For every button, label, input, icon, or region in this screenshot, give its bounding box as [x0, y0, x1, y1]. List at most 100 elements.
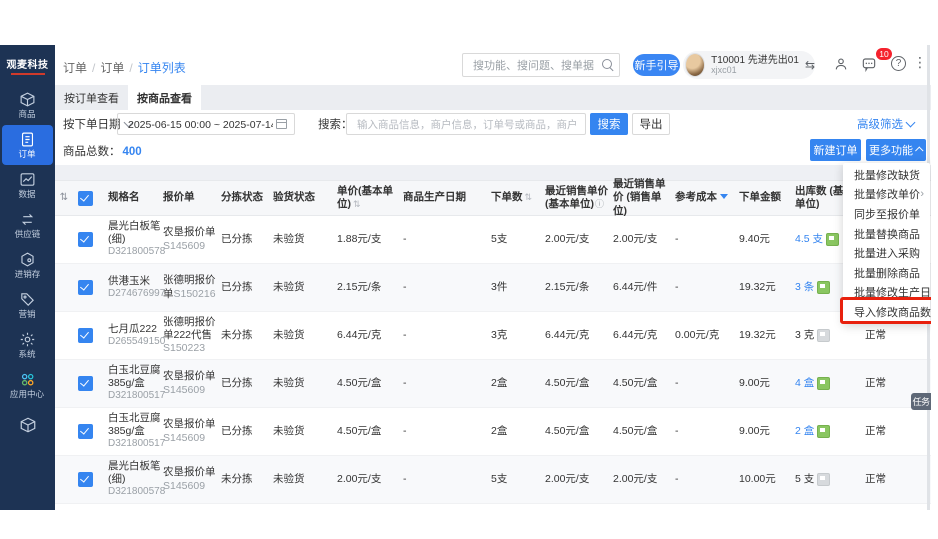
sidebar-item-label: 订单 [19, 150, 36, 159]
table-row: 供港玉米 D274676997 张德明报价单S150216 已分拣 未验货 2.… [55, 264, 931, 312]
outbound-record-icon[interactable] [817, 329, 830, 342]
outbound-record-icon[interactable] [817, 425, 830, 438]
quote-cell[interactable]: 张德明报价单222代售S150223 [163, 316, 221, 355]
new-order-button[interactable]: 新建订单 [810, 139, 861, 161]
row-checkbox[interactable] [78, 424, 93, 439]
spec-cell[interactable]: 晨光白板笔 (细) D321800578 [97, 460, 163, 499]
more-functions-button[interactable]: 更多功能 [866, 139, 926, 161]
more-menu-item[interactable]: 批量替换商品 › [843, 224, 930, 244]
message-count-badge: 10 [875, 47, 893, 61]
more-menu-item[interactable]: 批量修改生产日期 › [843, 283, 930, 303]
header-order-qty[interactable]: 下单数⇅ [491, 191, 545, 204]
row-checkbox[interactable] [78, 472, 93, 487]
outbound-record-icon[interactable] [817, 281, 830, 294]
header-unit-price[interactable]: 单价(基本单位)⇅ [337, 185, 403, 211]
task-side-tab[interactable]: 任务 [911, 393, 931, 410]
more-menu-item[interactable]: 批量进入采购 › [843, 243, 930, 263]
row-checkbox[interactable] [78, 328, 93, 343]
sidebar-item-data[interactable]: 数据 [0, 165, 55, 205]
sort-icon[interactable]: ⇅ [353, 199, 361, 209]
unit-price-cell: 4.50元/盒 [337, 425, 403, 438]
order-amount-cell: 19.32元 [739, 329, 795, 342]
app-center-icon [19, 371, 36, 388]
unit-price-cell: 1.88元/支 [337, 233, 403, 246]
sidebar-item-label: 供应链 [15, 230, 41, 239]
switch-account-icon[interactable]: ⇆ [805, 58, 815, 72]
search-icon[interactable] [602, 59, 612, 69]
more-menu-item[interactable]: 导入修改商品数量 › [843, 302, 930, 322]
spec-cell[interactable]: 七月瓜222 D265549150 [97, 323, 163, 349]
advanced-filter-link[interactable]: 高级筛选 [857, 116, 914, 132]
info-icon[interactable]: ⓘ [595, 199, 604, 209]
filter-triangle-icon[interactable] [720, 194, 728, 199]
help-icon[interactable]: ? [891, 56, 906, 71]
sort-icon[interactable]: ⇅ [525, 192, 533, 202]
product-search-input[interactable] [355, 115, 583, 135]
more-menu-item[interactable]: 批量删除商品 › [843, 263, 930, 283]
breadcrumb-level1[interactable]: 订单 [63, 61, 87, 75]
sidebar-item-app-center[interactable]: 应用中心 [0, 365, 55, 405]
outbound-record-icon[interactable] [826, 233, 839, 246]
recent-price-base-cell: 4.50元/盒 [545, 425, 613, 438]
customer-service-icon[interactable] [833, 56, 849, 77]
quote-cell[interactable]: 农垦报价单S145609 [163, 226, 221, 252]
outbound-record-icon[interactable] [817, 377, 830, 390]
quote-cell[interactable]: 农垦报价单S145609 [163, 418, 221, 444]
header-recent-price-base: 最近销售单价 (基本单位)ⓘ [545, 185, 613, 211]
more-menu-item[interactable]: 批量修改单价 › [843, 185, 930, 205]
order-qty-cell: 3件 [491, 281, 545, 294]
sidebar-item-marketing[interactable]: 营销 [0, 285, 55, 325]
main-area: 订单/订单/订单列表 新手引导 T10001 先进先出01 xjxc01 ⇆ 1… [55, 45, 931, 510]
more-menu-item[interactable]: 同步至报价单 › [843, 204, 930, 224]
quote-cell[interactable]: 农垦报价单S145609 [163, 370, 221, 396]
spec-cell[interactable]: 白玉北豆腐 385g/盒 D321800517 [97, 412, 163, 451]
sidebar-item-system[interactable]: 系统 [0, 325, 55, 365]
export-button[interactable]: 导出 [632, 113, 670, 135]
tab-product-view[interactable]: 按商品查看 [128, 85, 201, 110]
recent-price-base-cell: 2.00元/支 [545, 473, 613, 486]
select-all-checkbox[interactable] [78, 191, 93, 206]
outbound-record-icon[interactable] [817, 473, 830, 486]
sidebar-item-label: 系统 [19, 350, 36, 359]
more-options-icon[interactable]: ⋮ [913, 54, 927, 71]
messages-icon[interactable] [861, 56, 877, 77]
spec-cell[interactable]: 白玉北豆腐 385g/盒 D321800517 [97, 364, 163, 403]
submenu-arrow-icon: › [920, 188, 924, 200]
table-row: 白玉北豆腐 385g/盒 D321800517 农垦报价单S145609 已分拣… [55, 408, 931, 456]
outbound-qty-cell: 2 盒 [795, 425, 865, 438]
status-cell: 正常 [865, 425, 931, 438]
newbie-guide-button[interactable]: 新手引导 [633, 54, 680, 76]
outbound-qty-cell: 4 盒 [795, 377, 865, 390]
more-menu-item[interactable]: 批量修改缺货 › [843, 165, 930, 185]
sidebar-item-products[interactable]: 商品 [0, 85, 55, 125]
reference-cost-cell: - [675, 473, 739, 486]
sidebar-item-orders[interactable]: 订单 [2, 125, 53, 165]
reference-cost-cell: 0.00元/克 [675, 329, 739, 342]
quote-cell[interactable]: 农垦报价单S145609 [163, 466, 221, 492]
order-doc-icon [19, 131, 36, 148]
user-name: T10001 先进先出01 [711, 55, 799, 66]
sidebar-item-supply-chain[interactable]: 供应链 [0, 205, 55, 245]
date-range-input[interactable] [126, 115, 275, 135]
brand-logo: 观麦科技 [0, 45, 55, 85]
breadcrumb-level2[interactable]: 订单 [100, 61, 124, 75]
row-checkbox[interactable] [78, 376, 93, 391]
global-search-input[interactable] [471, 55, 599, 77]
spec-cell[interactable]: 晨光白板笔 (细) D321800578 [97, 220, 163, 259]
row-checkbox[interactable] [78, 232, 93, 247]
order-qty-cell: 5支 [491, 233, 545, 246]
recent-price-sale-cell: 2.00元/支 [613, 233, 675, 246]
tab-order-view[interactable]: 按订单查看 [55, 85, 128, 110]
expand-rows-icon[interactable]: ⇅ [60, 192, 68, 203]
spec-cell[interactable]: 供港玉米 D274676997 [97, 275, 163, 301]
row-checkbox[interactable] [78, 280, 93, 295]
inspection-status-cell: 未验货 [273, 233, 337, 246]
search-button[interactable]: 搜索 [590, 113, 628, 135]
header-quote: 报价单 [163, 191, 221, 204]
quote-cell[interactable]: 张德明报价单S150216 [163, 274, 221, 300]
header-reference-cost[interactable]: 参考成本 [675, 191, 739, 204]
user-menu[interactable]: T10001 先进先出01 xjxc01 ⇆ [683, 51, 815, 79]
date-range-picker[interactable] [117, 113, 295, 135]
sidebar-item-cube[interactable] [0, 405, 55, 445]
sidebar-item-inventory[interactable]: 进销存 [0, 245, 55, 285]
